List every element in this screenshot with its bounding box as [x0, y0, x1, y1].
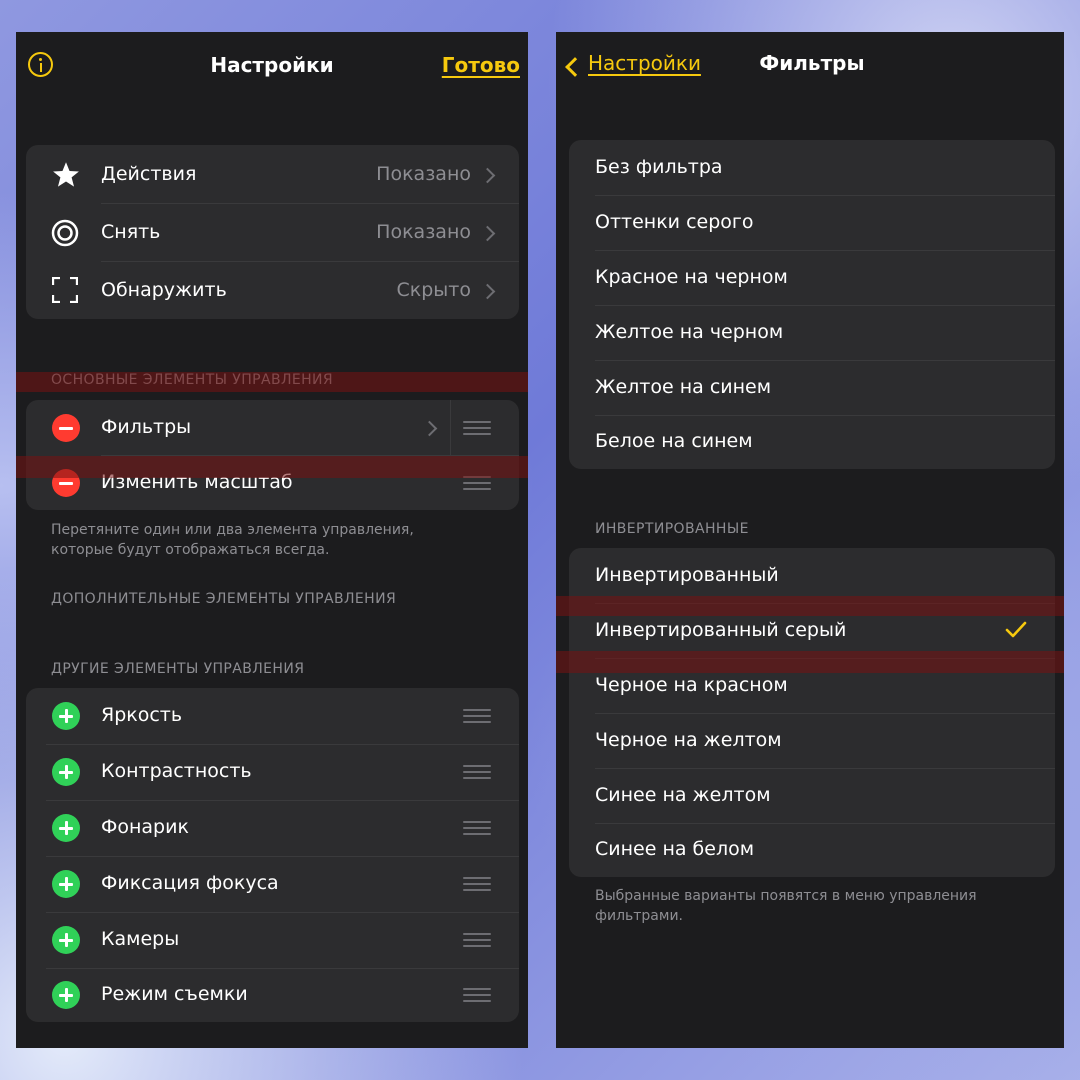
chevron-right-icon [421, 420, 438, 437]
add-icon[interactable] [52, 926, 80, 954]
control-row-zoom[interactable]: Изменить масштаб [26, 455, 519, 510]
reorder-handle-icon[interactable] [463, 765, 491, 779]
control-row[interactable]: Камеры [26, 912, 519, 968]
add-icon[interactable] [52, 702, 80, 730]
additional-controls-header: ДОПОЛНИТЕЛЬНЫЕ ЭЛЕМЕНТЫ УПРАВЛЕНИЯ [51, 591, 397, 607]
settings-nav-title: Настройки [210, 53, 334, 77]
control-label: Изменить масштаб [101, 471, 293, 493]
back-button[interactable]: Настройки [562, 50, 702, 80]
mode-row-capture[interactable]: Снять Показано [26, 203, 519, 261]
done-button[interactable]: Готово [436, 53, 520, 77]
reorder-handle-icon[interactable] [463, 821, 491, 835]
remove-icon[interactable] [52, 469, 80, 497]
control-label: Фильтры [101, 416, 192, 438]
filter-row[interactable]: Желтое на черном [569, 305, 1055, 360]
info-icon[interactable] [28, 52, 53, 77]
control-label: Фонарик [101, 816, 189, 838]
mode-label: Снять [101, 221, 161, 243]
detect-frame-icon [52, 277, 78, 303]
control-label: Контрастность [101, 760, 252, 782]
control-label: Яркость [101, 704, 183, 726]
mode-value: Показано [376, 221, 471, 243]
filter-row[interactable]: Без фильтра [569, 140, 1055, 195]
reorder-handle-icon[interactable] [463, 421, 491, 435]
control-row-filters[interactable]: Фильтры [26, 400, 519, 455]
filter-label: Оттенки серого [595, 211, 754, 233]
control-row[interactable]: Яркость [26, 688, 519, 744]
filter-label: Желтое на черном [595, 321, 784, 343]
filter-label: Черное на желтом [595, 729, 782, 751]
inverted-filters-group: Инвертированный Инвертированный серый Че… [569, 548, 1055, 877]
filters-footer: Выбранные варианты появятся в меню управ… [595, 888, 977, 924]
add-icon[interactable] [52, 814, 80, 842]
filter-row-selected[interactable]: Инвертированный серый [569, 603, 1055, 658]
filter-row[interactable]: Оттенки серого [569, 195, 1055, 250]
filter-label: Красное на черном [595, 266, 788, 288]
add-icon[interactable] [52, 758, 80, 786]
main-controls-header: ОСНОВНЫЕ ЭЛЕМЕНТЫ УПРАВЛЕНИЯ [51, 372, 334, 388]
mode-label: Действия [101, 163, 197, 185]
add-icon[interactable] [52, 870, 80, 898]
mode-row-actions[interactable]: Действия Показано [26, 145, 519, 203]
filter-row[interactable]: Синее на белом [569, 823, 1055, 877]
filter-label: Желтое на синем [595, 376, 772, 398]
filter-label: Инвертированный серый [595, 619, 847, 641]
inverted-header: ИНВЕРТИРОВАННЫЕ [595, 521, 749, 537]
other-controls-header: ДРУГИЕ ЭЛЕМЕНТЫ УПРАВЛЕНИЯ [51, 661, 305, 677]
checkmark-icon [1005, 621, 1027, 638]
filter-row[interactable]: Черное на желтом [569, 713, 1055, 768]
reorder-handle-icon[interactable] [463, 988, 491, 1002]
control-row[interactable]: Фонарик [26, 800, 519, 856]
filter-row[interactable]: Черное на красном [569, 658, 1055, 713]
control-row[interactable]: Фиксация фокуса [26, 856, 519, 912]
filter-label: Белое на синем [595, 430, 753, 452]
chevron-left-icon [565, 57, 585, 77]
chevron-right-icon [479, 283, 496, 300]
control-label: Камеры [101, 928, 180, 950]
separator [450, 400, 451, 455]
other-controls-group: Яркость Контрастность Фонарик Фиксация ф… [26, 688, 519, 1022]
capture-circle-icon [51, 219, 79, 247]
control-label: Режим съемки [101, 983, 248, 1005]
mode-row-detect[interactable]: Обнаружить Скрыто [26, 261, 519, 319]
mode-value: Скрыто [396, 279, 472, 301]
filter-row[interactable]: Белое на синем [569, 415, 1055, 469]
star-icon [53, 162, 79, 187]
filter-label: Черное на красном [595, 674, 788, 696]
control-row[interactable]: Контрастность [26, 744, 519, 800]
chevron-right-icon [479, 225, 496, 242]
add-icon[interactable] [52, 981, 80, 1009]
filter-label: Синее на желтом [595, 784, 771, 806]
chevron-right-icon [479, 167, 496, 184]
control-label: Фиксация фокуса [101, 872, 279, 894]
remove-icon[interactable] [52, 414, 80, 442]
reorder-handle-icon[interactable] [463, 476, 491, 490]
control-row[interactable]: Режим съемки [26, 968, 519, 1022]
basic-filters-group: Без фильтра Оттенки серого Красное на че… [569, 140, 1055, 469]
filter-row[interactable]: Синее на желтом [569, 768, 1055, 823]
reorder-handle-icon[interactable] [463, 709, 491, 723]
main-controls-footer: Перетяните один или два элемента управле… [51, 522, 414, 558]
modes-group: Действия Показано Снять Показано Обнаруж… [26, 145, 519, 319]
reorder-handle-icon[interactable] [463, 933, 491, 947]
filter-row[interactable]: Красное на черном [569, 250, 1055, 305]
filters-nav-title: Фильтры [759, 51, 865, 75]
mode-label: Обнаружить [101, 279, 227, 301]
mode-value: Показано [376, 163, 471, 185]
main-controls-group: Фильтры Изменить масштаб [26, 400, 519, 510]
filter-label: Инвертированный [595, 564, 779, 586]
back-label: Настройки [588, 51, 701, 75]
filter-label: Без фильтра [595, 156, 723, 178]
filters-screen: Настройки Фильтры Без фильтра Оттенки се… [556, 32, 1064, 1048]
filter-row[interactable]: Инвертированный [569, 548, 1055, 603]
settings-screen: Настройки Готово Действия Показано Снять… [16, 32, 528, 1048]
reorder-handle-icon[interactable] [463, 877, 491, 891]
filter-row[interactable]: Желтое на синем [569, 360, 1055, 415]
filter-label: Синее на белом [595, 838, 755, 860]
